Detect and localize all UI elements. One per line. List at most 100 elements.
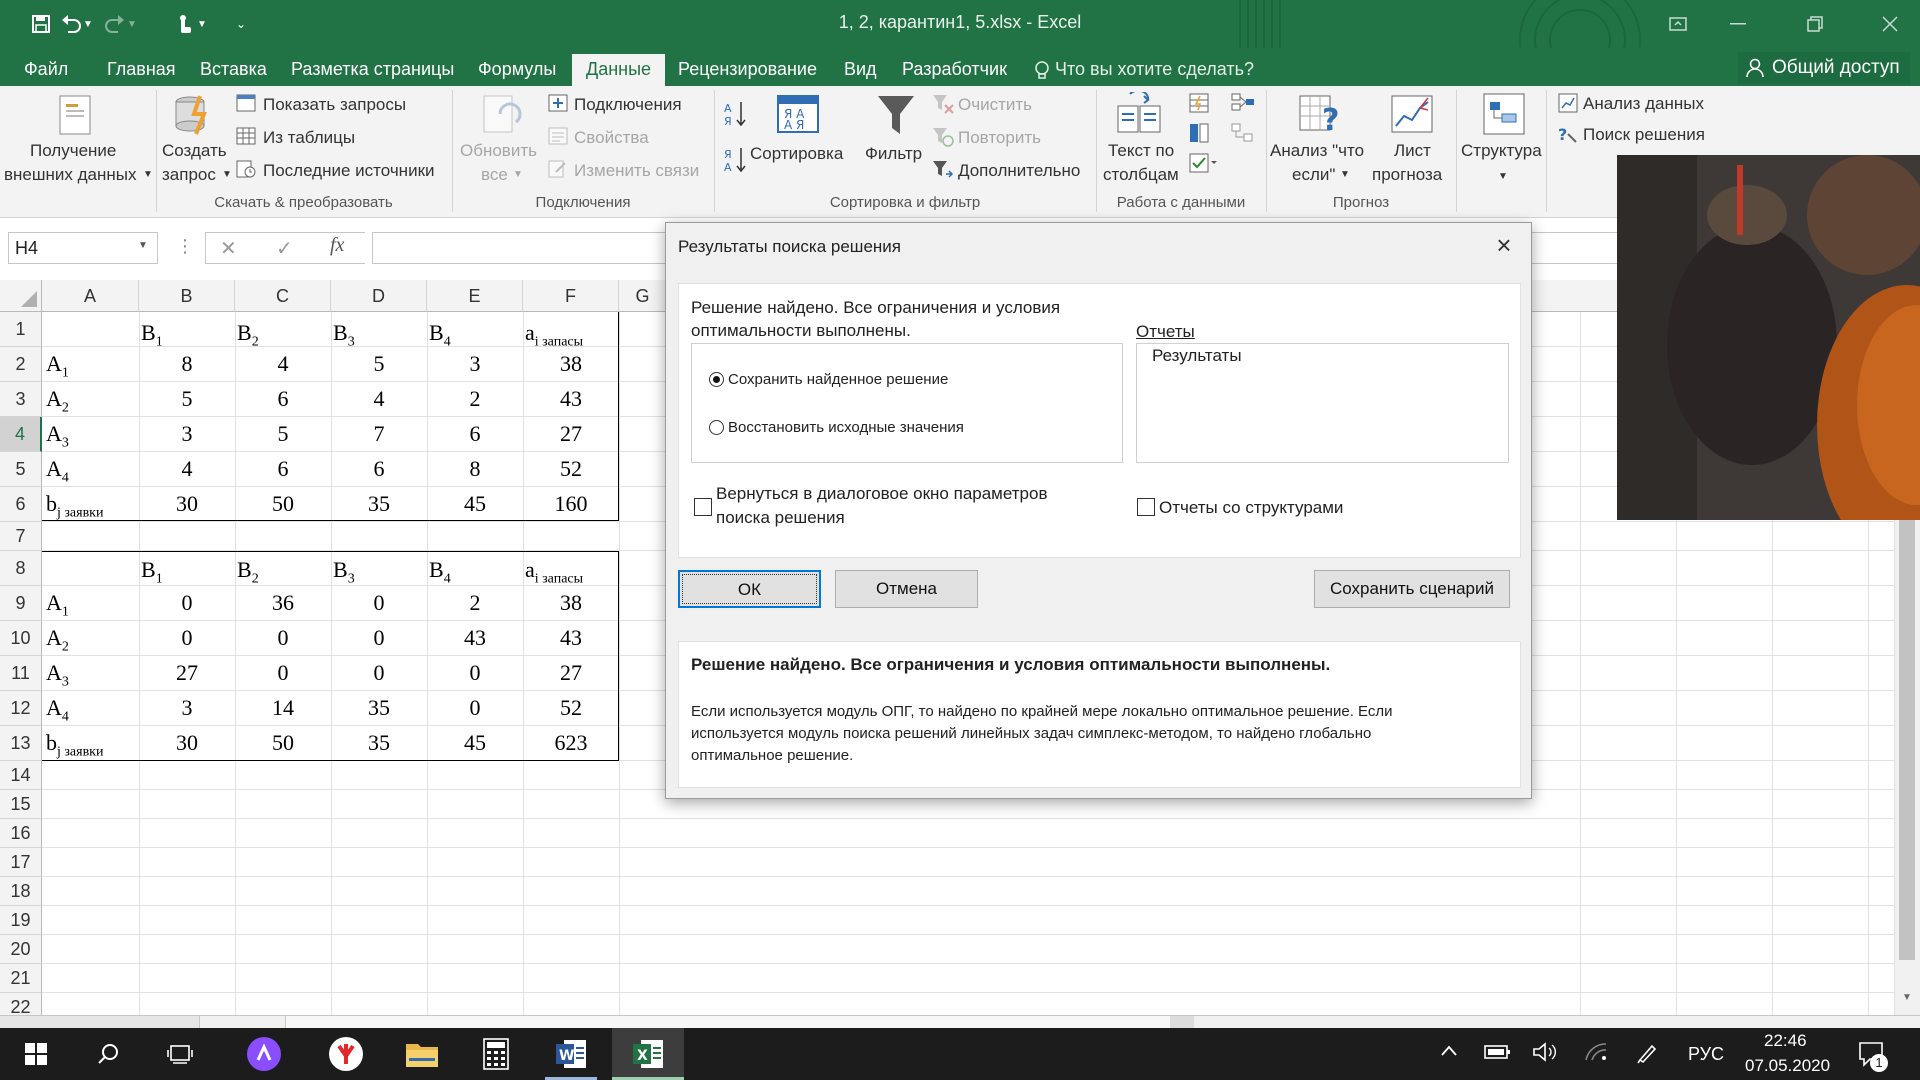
solver-button[interactable]: Поиск решения — [1583, 124, 1705, 146]
select-all-corner[interactable] — [0, 280, 42, 312]
sort-button[interactable]: Сортировка — [750, 143, 843, 165]
row-header-14[interactable]: 14 — [0, 761, 42, 790]
tab-home[interactable]: Главная — [93, 54, 190, 86]
tab-insert[interactable]: Вставка — [186, 54, 281, 86]
row-header-5[interactable]: 5 — [0, 452, 42, 487]
reports-item-results[interactable]: Результаты — [1152, 345, 1242, 367]
confirm-edit-icon[interactable]: ✓ — [276, 236, 293, 261]
get-external-data-icon[interactable] — [52, 94, 100, 143]
row-header-4[interactable]: 4 — [0, 417, 42, 452]
name-box[interactable]: H4 — [8, 232, 158, 264]
alice-assistant-icon[interactable] — [228, 1028, 300, 1080]
reapply-button[interactable]: Повторить — [958, 127, 1041, 149]
filter-button[interactable]: Фильтр — [865, 143, 922, 165]
forecast-sheet-icon[interactable] — [1390, 94, 1434, 141]
tell-me-search[interactable]: Что вы хотите сделать? — [1035, 54, 1254, 84]
tab-file[interactable]: Файл — [10, 54, 82, 86]
row-header-3[interactable]: 3 — [0, 382, 42, 417]
name-box-dropdown-icon[interactable]: ▼ — [138, 240, 148, 251]
keep-solution-radio[interactable] — [709, 372, 724, 387]
column-header-c[interactable]: C — [235, 280, 331, 312]
row-header-1[interactable]: 1 — [0, 312, 42, 347]
properties-button[interactable]: Свойства — [574, 127, 649, 149]
what-if-label-2[interactable]: если" — [1292, 164, 1335, 186]
row-header-11[interactable]: 11 — [0, 656, 42, 691]
row-header-21[interactable]: 21 — [0, 964, 42, 993]
horizontal-scrollbar-thumb[interactable] — [1170, 1016, 1194, 1028]
remove-duplicates-icon[interactable] — [1188, 122, 1210, 149]
consolidate-icon[interactable] — [1230, 92, 1256, 119]
clock-date[interactable]: 07.05.2020 — [1745, 1056, 1830, 1076]
row-header-17[interactable]: 17 — [0, 848, 42, 877]
outline-icon[interactable] — [1482, 92, 1526, 141]
forecast-sheet-label-2[interactable]: прогноза — [1372, 164, 1442, 186]
forecast-sheet-label[interactable]: Лист — [1394, 140, 1431, 162]
refresh-all-icon[interactable] — [478, 94, 524, 143]
ok-button[interactable]: ОК — [678, 570, 821, 608]
outline-reports-label[interactable]: Отчеты со структурами — [1159, 497, 1343, 519]
scroll-down-icon[interactable]: ▼ — [1902, 992, 1912, 1003]
close-icon[interactable] — [1860, 0, 1920, 48]
task-view-icon[interactable] — [144, 1028, 216, 1080]
row-header-9[interactable]: 9 — [0, 586, 42, 621]
row-header-22[interactable]: 22 — [0, 993, 42, 1015]
tab-formulas[interactable]: Формулы — [464, 54, 570, 86]
row-header-13[interactable]: 13 — [0, 726, 42, 761]
flash-fill-icon[interactable] — [1188, 92, 1210, 119]
minimize-icon[interactable] — [1708, 0, 1768, 48]
restore-values-label[interactable]: Восстановить исходные значения — [728, 419, 964, 436]
sheet-tabs-area[interactable] — [0, 1016, 200, 1028]
column-header-b[interactable]: B — [139, 280, 235, 312]
tab-review[interactable]: Рецензирование — [664, 54, 831, 86]
column-header-a[interactable]: A — [42, 280, 139, 312]
column-header-d[interactable]: D — [331, 280, 427, 312]
clock-time[interactable]: 22:46 — [1764, 1031, 1807, 1051]
return-to-params-label-2[interactable]: поиска решения — [716, 507, 845, 529]
create-query-label-2[interactable]: запрос — [162, 164, 216, 186]
network-icon[interactable] — [1584, 1042, 1608, 1067]
show-queries-button[interactable]: Показать запросы — [263, 94, 406, 116]
row-header-18[interactable]: 18 — [0, 877, 42, 906]
language-indicator[interactable]: РУС — [1688, 1044, 1724, 1065]
recent-sources-button[interactable]: Последние источники — [263, 160, 435, 182]
row-header-19[interactable]: 19 — [0, 906, 42, 935]
cancel-edit-icon[interactable]: ✕ — [220, 236, 237, 261]
row-header-16[interactable]: 16 — [0, 819, 42, 848]
row-header-10[interactable]: 10 — [0, 621, 42, 656]
get-external-data-label[interactable]: Получение — [30, 140, 116, 162]
dialog-close-icon[interactable]: × — [1489, 231, 1519, 261]
sort-za-icon[interactable]: ЯA — [724, 146, 746, 179]
filter-icon[interactable] — [876, 94, 916, 143]
clear-button[interactable]: Очистить — [958, 94, 1032, 116]
data-validation-icon[interactable] — [1188, 152, 1218, 179]
edit-links-button[interactable]: Изменить связи — [574, 160, 699, 182]
connections-button[interactable]: Подключения — [574, 94, 682, 116]
battery-icon[interactable] — [1484, 1042, 1512, 1065]
return-to-params-checkbox[interactable] — [694, 498, 712, 516]
text-to-columns-icon[interactable] — [1116, 89, 1162, 141]
row-header-7[interactable]: 7 — [0, 522, 42, 551]
relationships-icon[interactable] — [1230, 122, 1256, 149]
row-header-2[interactable]: 2 — [0, 347, 42, 382]
row-header-6[interactable]: 6 — [0, 487, 42, 522]
tab-page-layout[interactable]: Разметка страницы — [277, 54, 468, 86]
keep-solution-label[interactable]: Сохранить найденное решение — [728, 371, 948, 388]
column-header-f[interactable]: F — [523, 280, 619, 312]
sort-az-icon[interactable]: AЯ — [724, 100, 746, 133]
row-header-12[interactable]: 12 — [0, 691, 42, 726]
search-icon[interactable] — [72, 1028, 144, 1080]
ribbon-display-icon[interactable] — [1648, 0, 1708, 48]
refresh-all-label-2[interactable]: все — [481, 164, 508, 186]
refresh-all-label[interactable]: Обновить — [460, 140, 537, 162]
data-analysis-button[interactable]: Анализ данных — [1583, 93, 1704, 115]
yandex-browser-icon[interactable] — [310, 1028, 382, 1080]
column-header-e[interactable]: E — [427, 280, 523, 312]
restore-values-radio[interactable] — [709, 420, 724, 435]
column-header-g[interactable]: G — [619, 280, 667, 312]
tab-view[interactable]: Вид — [830, 54, 891, 86]
row-header-8[interactable]: 8 — [0, 551, 42, 586]
tab-developer[interactable]: Разработчик — [888, 54, 1021, 86]
cancel-button[interactable]: Отмена — [835, 570, 978, 608]
save-scenario-button[interactable]: Сохранить сценарий — [1314, 570, 1510, 608]
outline-reports-checkbox[interactable] — [1137, 498, 1155, 516]
